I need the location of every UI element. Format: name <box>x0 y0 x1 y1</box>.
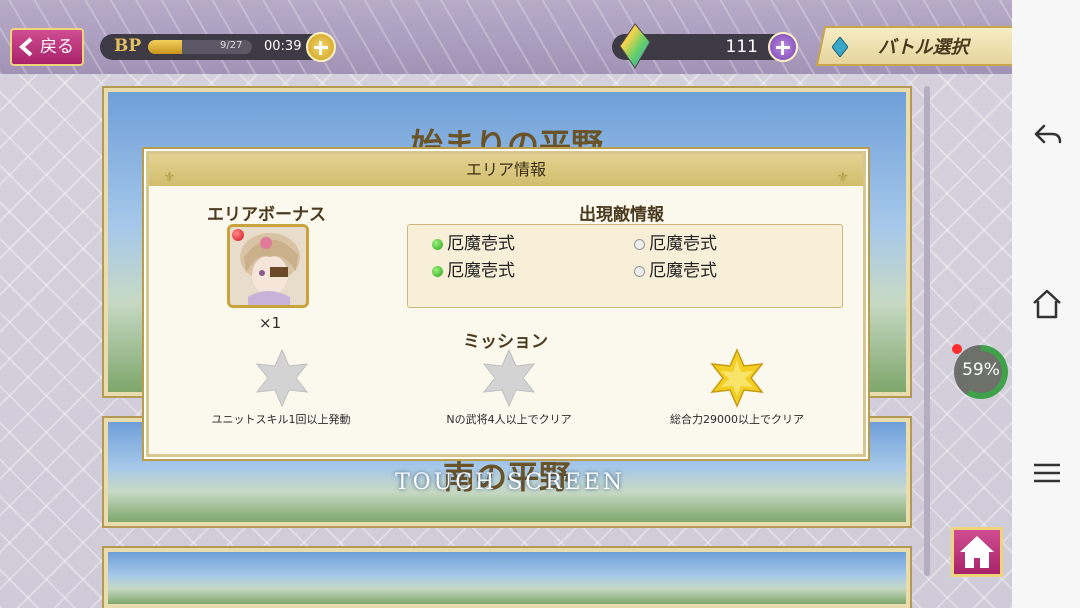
status-dot-icon <box>634 238 645 250</box>
status-dot-icon <box>432 265 443 277</box>
enemy-name: 厄魔壱式 <box>649 234 717 254</box>
fleur-icon: ⚜ <box>836 170 849 186</box>
performance-overlay[interactable]: 59% <box>954 345 1008 399</box>
enemy-list: 厄魔壱式 厄魔壱式 厄魔壱式 厄魔壱式 <box>407 224 843 308</box>
game-screen[interactable]: 戻る BP 9/27 00:39 111 バトル選択 始まりの平野 南の平野 T… <box>0 0 1012 608</box>
enemy-item: 厄魔壱式 <box>432 229 515 254</box>
star-icon <box>255 348 309 408</box>
mission-caption: Nの武将4人以上でクリア <box>446 413 572 426</box>
status-dot-icon <box>634 265 645 277</box>
area-info-dialog[interactable]: ⚜ エリア情報 ⚜ エリアボーナス ×1 出現敵情報 厄魔壱式 厄魔壱式 厄魔壱… <box>146 151 866 457</box>
bp-bar-fill <box>148 40 183 54</box>
bp-gauge: BP 9/27 00:39 <box>100 34 336 60</box>
fleur-icon: ⚜ <box>163 170 176 186</box>
bp-label: BP <box>114 36 142 56</box>
enemy-item: 厄魔壱式 <box>432 256 515 281</box>
menu-icon[interactable] <box>1030 456 1064 490</box>
star-icon <box>482 348 536 408</box>
home-button[interactable] <box>951 527 1003 577</box>
back-button[interactable]: 戻る <box>10 28 84 66</box>
touch-screen-prompt: TOUCH SCREEN <box>394 470 626 495</box>
chevron-left-icon <box>18 37 33 57</box>
status-dot-icon <box>432 238 443 250</box>
diamond-icon <box>832 37 848 57</box>
home-nav-icon[interactable] <box>1030 287 1064 321</box>
star-icon <box>710 348 764 408</box>
bp-timer: 00:39 <box>264 39 302 54</box>
enemy-info-title: 出現敵情報 <box>579 205 664 225</box>
mission-caption: 総合力29000以上でクリア <box>670 413 804 426</box>
bp-count: 9/27 <box>220 40 243 51</box>
home-icon <box>960 536 994 568</box>
element-orb-icon <box>232 229 244 241</box>
stage-card[interactable] <box>102 546 912 608</box>
back-button-label: 戻る <box>40 37 74 57</box>
android-nav-bar <box>1012 0 1080 608</box>
performance-percent: 59% <box>962 360 1000 380</box>
dialog-header: ⚜ エリア情報 ⚜ <box>149 154 863 186</box>
bonus-multiplier: ×1 <box>259 314 282 332</box>
gem-plus-button[interactable] <box>768 32 798 62</box>
gem-count: 111 <box>725 37 758 57</box>
enemy-name: 厄魔壱式 <box>447 234 515 254</box>
stage-scrollbar[interactable] <box>924 86 930 576</box>
bp-plus-button[interactable] <box>306 32 336 62</box>
mission-caption: ユニットスキル1回以上発動 <box>211 413 351 426</box>
notification-dot <box>952 344 962 354</box>
enemy-item: 厄魔壱式 <box>634 229 717 254</box>
enemy-item: 厄魔壱式 <box>634 256 717 281</box>
battle-select-label: バトル選択 <box>878 37 969 58</box>
enemy-name: 厄魔壱式 <box>447 261 515 281</box>
dialog-title: エリア情報 <box>465 160 546 179</box>
back-arrow-icon[interactable] <box>1030 118 1064 152</box>
gem-icon <box>619 23 651 69</box>
bonus-unit-portrait[interactable] <box>227 224 309 308</box>
area-bonus-title: エリアボーナス <box>207 205 326 225</box>
enemy-name: 厄魔壱式 <box>649 261 717 281</box>
